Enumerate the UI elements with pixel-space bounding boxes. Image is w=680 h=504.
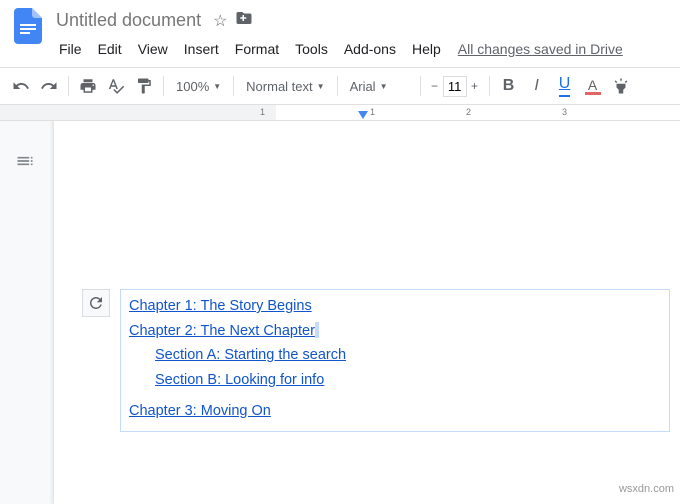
menu-addons[interactable]: Add-ons (337, 37, 403, 61)
doc-title[interactable]: Untitled document (52, 8, 205, 33)
bold-button[interactable]: B (496, 73, 522, 99)
ruler-mark: 1 (370, 107, 375, 117)
redo-button[interactable] (36, 73, 62, 99)
chevron-down-icon: ▼ (213, 82, 221, 91)
print-button[interactable] (75, 73, 101, 99)
table-of-contents[interactable]: Chapter 1: The Story Begins Chapter 2: T… (120, 289, 670, 432)
ruler-mark: 1 (260, 107, 265, 117)
toc-link[interactable]: Chapter 2: The Next Chapter (129, 323, 315, 339)
menu-tools[interactable]: Tools (288, 37, 335, 61)
ruler-mark: 2 (466, 107, 471, 117)
spellcheck-button[interactable] (103, 73, 129, 99)
fontsize-increase[interactable]: + (467, 79, 483, 93)
toc-link[interactable]: Section B: Looking for info (155, 372, 324, 388)
menu-help[interactable]: Help (405, 37, 448, 61)
outline-panel (0, 121, 50, 504)
indent-marker[interactable] (358, 111, 368, 119)
fontsize-decrease[interactable]: − (427, 79, 443, 93)
text-color-button[interactable]: A (580, 73, 606, 99)
outline-toggle-icon[interactable] (15, 151, 35, 171)
toc-link[interactable]: Chapter 3: Moving On (129, 403, 271, 419)
menu-edit[interactable]: Edit (91, 37, 129, 61)
toc-link[interactable]: Chapter 1: The Story Begins (129, 298, 312, 314)
underline-button[interactable]: U (552, 73, 578, 99)
chevron-down-icon: ▼ (380, 82, 388, 91)
undo-button[interactable] (8, 73, 34, 99)
zoom-dropdown[interactable]: 100%▼ (170, 77, 227, 96)
style-dropdown[interactable]: Normal text▼ (240, 77, 330, 96)
star-icon[interactable]: ☆ (213, 11, 227, 31)
toc-link[interactable]: Section A: Starting the search (155, 347, 346, 363)
ruler-mark: 3 (562, 107, 567, 117)
watermark: wsxdn.com (619, 483, 674, 495)
menubar: File Edit View Insert Format Tools Add-o… (52, 35, 672, 67)
cursor-selection (315, 322, 319, 338)
highlight-button[interactable] (608, 73, 634, 99)
font-dropdown[interactable]: Arial▼ (344, 77, 414, 96)
fontsize-value[interactable]: 11 (443, 76, 467, 97)
italic-button[interactable]: I (524, 73, 550, 99)
menu-file[interactable]: File (52, 37, 89, 61)
docs-logo[interactable] (8, 6, 48, 46)
paint-format-button[interactable] (131, 73, 157, 99)
menu-format[interactable]: Format (228, 37, 286, 61)
menu-view[interactable]: View (131, 37, 175, 61)
menu-insert[interactable]: Insert (177, 37, 226, 61)
chevron-down-icon: ▼ (317, 82, 325, 91)
save-status[interactable]: All changes saved in Drive (458, 41, 623, 57)
ruler[interactable]: 1 1 2 3 (0, 105, 680, 121)
move-icon[interactable] (235, 9, 253, 32)
toolbar: 100%▼ Normal text▼ Arial▼ − 11 + B I U A (0, 67, 680, 105)
toc-refresh-button[interactable] (82, 289, 110, 317)
document-page[interactable]: Chapter 1: The Story Begins Chapter 2: T… (54, 121, 680, 504)
